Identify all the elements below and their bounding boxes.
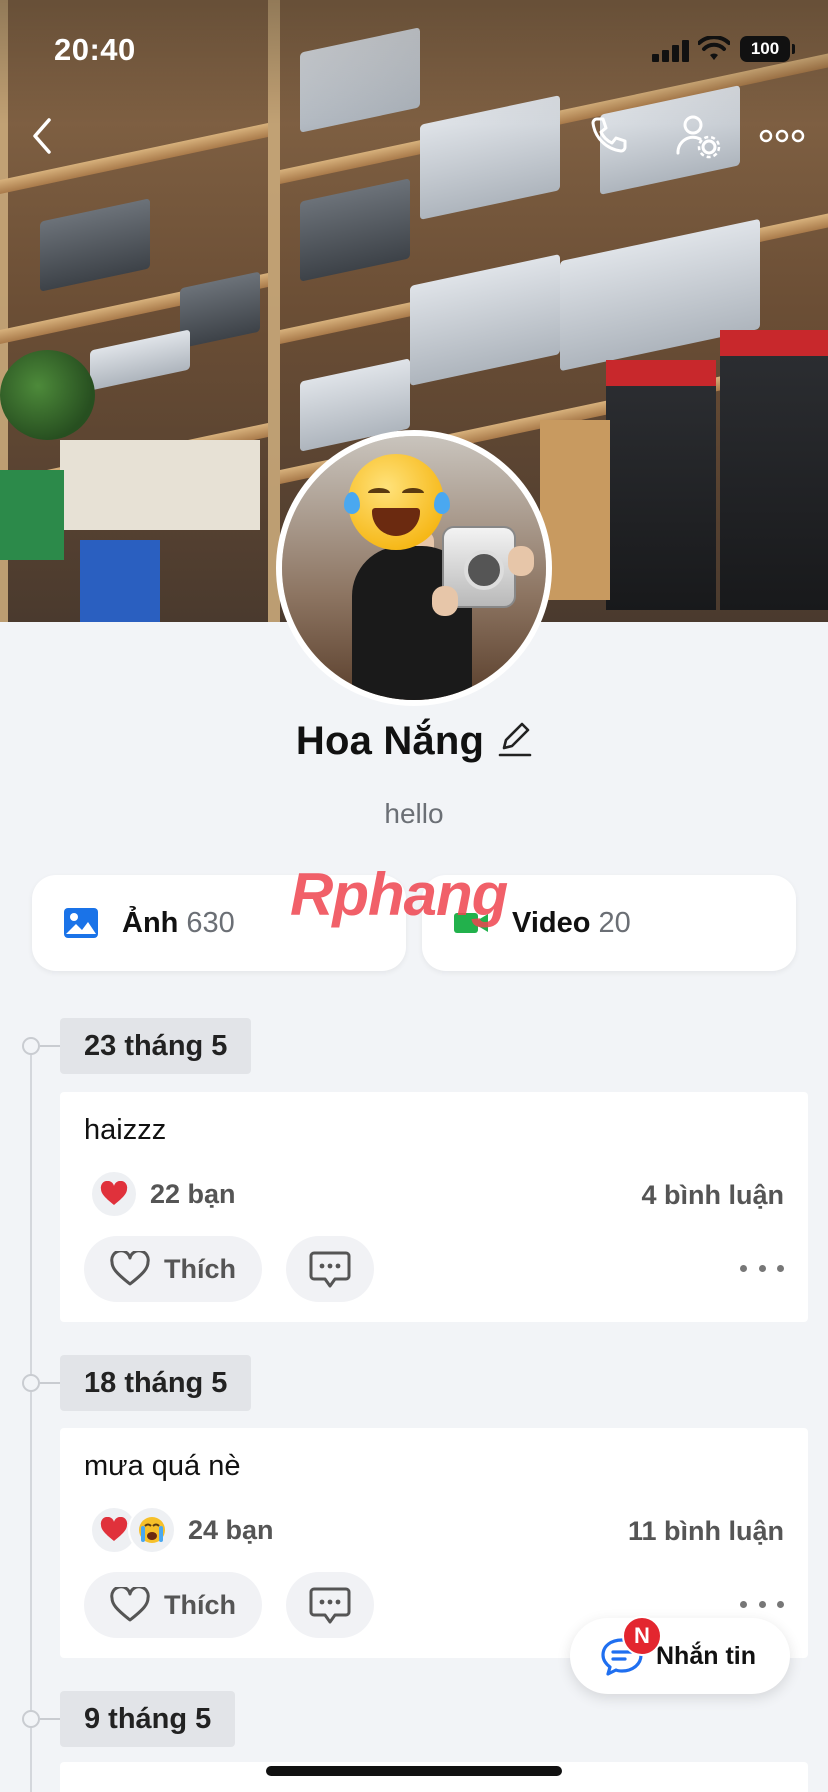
- post-text: haizzz: [84, 1114, 167, 1146]
- timeline-line: [30, 1040, 32, 1792]
- status-bar: 20:40 100: [0, 0, 828, 96]
- comments-count[interactable]: 4 bình luận: [641, 1180, 784, 1211]
- pencil-icon: [498, 722, 532, 757]
- photos-count: 630: [186, 906, 235, 939]
- like-label: Thích: [164, 1589, 236, 1620]
- timeline-dot: [22, 1037, 40, 1055]
- cellular-signal-icon: [652, 40, 690, 62]
- chevron-left-icon: [33, 118, 51, 154]
- post-more-button[interactable]: [740, 1592, 784, 1616]
- avatar[interactable]: [276, 430, 552, 706]
- date-chip: 23 tháng 5: [60, 1018, 252, 1074]
- send-message-label: Nhắn tin: [656, 1641, 756, 1670]
- videos-count: 20: [598, 906, 631, 939]
- reactions-count: 22 bạn: [150, 1178, 236, 1209]
- comment-button[interactable]: [286, 1236, 374, 1302]
- heart-outline-icon: [110, 1251, 150, 1286]
- user-settings-icon: [676, 115, 721, 159]
- like-button[interactable]: Thích: [84, 1236, 262, 1302]
- battery-icon: 100: [740, 36, 795, 62]
- heart-outline-icon: [110, 1587, 150, 1622]
- wifi-icon: [698, 36, 730, 60]
- like-label: Thích: [164, 1253, 236, 1284]
- notification-badge: N: [622, 1616, 662, 1656]
- like-button[interactable]: Thích: [84, 1572, 262, 1638]
- profile-bio: hello: [384, 798, 444, 829]
- timeline-dot: [22, 1374, 40, 1392]
- laughing-emoji-sticker: [344, 454, 450, 550]
- back-button[interactable]: [18, 112, 66, 160]
- photos-label: Ảnh: [122, 906, 179, 939]
- comment-bubble-icon: [309, 1587, 351, 1624]
- post-more-button[interactable]: [740, 1256, 784, 1280]
- comment-button[interactable]: [286, 1572, 374, 1638]
- call-button[interactable]: [584, 112, 632, 160]
- watermark: Rphang: [290, 861, 508, 928]
- profile-settings-button[interactable]: [674, 112, 722, 160]
- date-chip: 9 tháng 5: [60, 1691, 236, 1747]
- ellipsis-icon: [759, 129, 805, 143]
- date-chip: 18 tháng 5: [60, 1355, 252, 1411]
- reactions-summary[interactable]: 24 bạn: [90, 1506, 274, 1554]
- reactions-summary[interactable]: 22 bạn: [90, 1170, 236, 1218]
- reactions-count: 24 bạn: [188, 1514, 274, 1545]
- send-message-button[interactable]: N Nhắn tin: [570, 1616, 790, 1694]
- post-text: mưa quá nè: [84, 1450, 241, 1482]
- timeline-dot: [22, 1710, 40, 1728]
- heart-icon: [90, 1170, 138, 1218]
- edit-name-button[interactable]: [498, 718, 532, 768]
- profile-name-row: Hoa Nắng: [0, 718, 828, 768]
- comment-bubble-icon: [309, 1251, 351, 1288]
- timeline-post[interactable]: haizzz 22 bạn 4 bình luận Thích: [60, 1092, 808, 1322]
- videos-label: Video: [512, 906, 591, 939]
- image-icon: [64, 908, 98, 938]
- more-options-button[interactable]: [758, 112, 806, 160]
- home-indicator[interactable]: [266, 1766, 562, 1776]
- profile-name: Hoa Nắng: [295, 719, 485, 763]
- status-time: 20:40: [54, 32, 136, 67]
- comments-count[interactable]: 11 bình luận: [628, 1516, 784, 1547]
- phone-icon: [591, 117, 627, 153]
- crying-face-icon: [128, 1506, 176, 1554]
